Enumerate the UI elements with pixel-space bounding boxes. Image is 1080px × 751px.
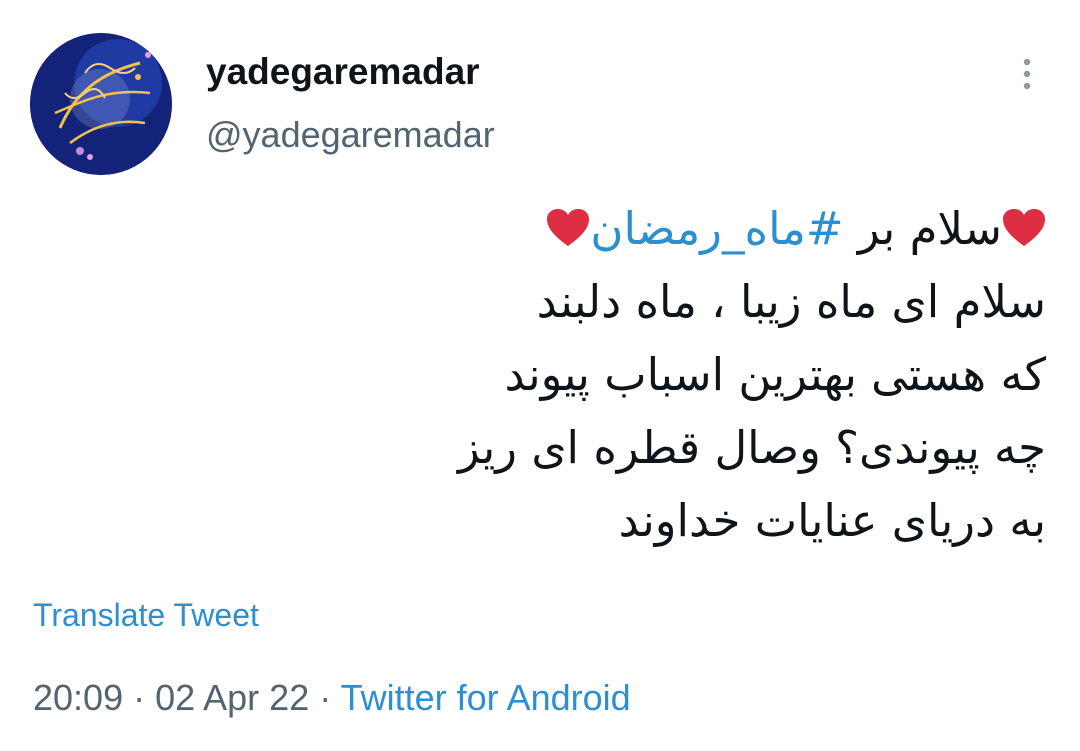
tweet-text: سلام بر #ماه_رمضان سلام ای ماه زیبا ، ما…	[186, 192, 1046, 557]
author-display-name[interactable]: yadegaremadar	[206, 50, 480, 94]
more-vertical-icon[interactable]	[1012, 56, 1042, 92]
heart-icon	[546, 196, 590, 246]
tweet-line-1: سلام بر #ماه_رمضان	[186, 192, 1046, 265]
tweet-line-2: سلام ای ماه زیبا ، ماه دلبند	[536, 275, 1046, 328]
tweet-line-4: چه پیوندی؟ وصال قطره ای ریز	[457, 421, 1046, 474]
tweet-metadata: 20:09 · 02 Apr 22 · Twitter for Android	[33, 675, 631, 721]
tweet-line-3: که هستی بهترین اسباب پیوند	[504, 348, 1046, 401]
tweet-line-5: به دریای عنایات خداوند	[618, 494, 1046, 547]
tweet-source-link[interactable]: Twitter for Android	[341, 677, 631, 718]
calligraphy-avatar-icon	[30, 33, 172, 175]
avatar[interactable]	[30, 33, 172, 175]
tweet-time[interactable]: 20:09	[33, 677, 123, 718]
meta-separator: ·	[123, 677, 156, 718]
heart-icon	[1002, 196, 1046, 246]
tweet-line-1-text: سلام بر	[843, 202, 1002, 255]
tweet-date[interactable]: 02 Apr 22	[155, 677, 309, 718]
author-handle[interactable]: @yadegaremadar	[206, 113, 495, 157]
hashtag-link[interactable]: #ماه_رمضان	[590, 202, 843, 255]
translate-tweet-link[interactable]: Translate Tweet	[33, 595, 259, 635]
meta-separator: ·	[309, 677, 341, 718]
